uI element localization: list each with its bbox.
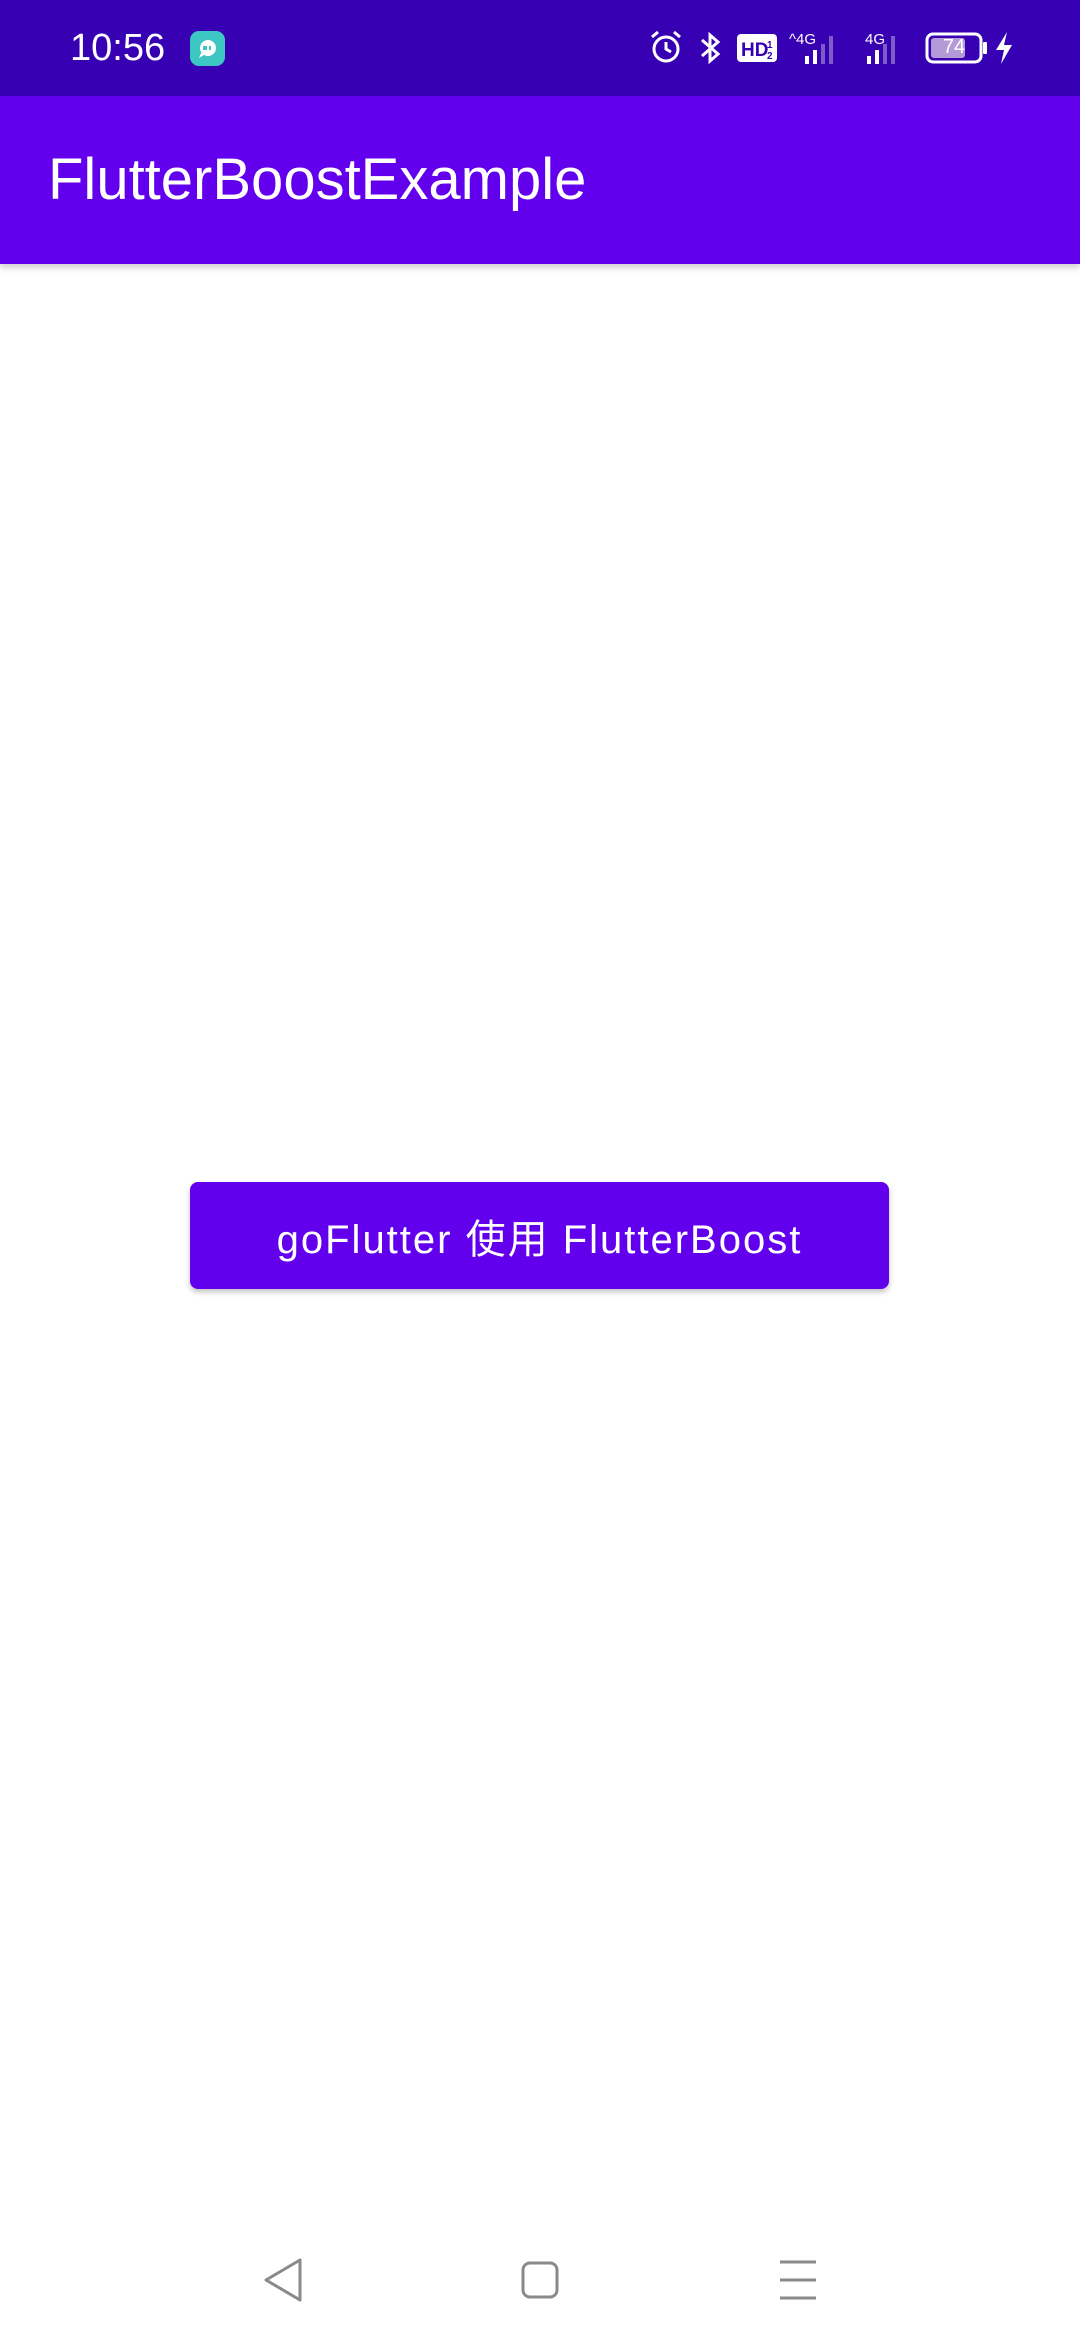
signal-4g-icon: 4G <box>861 28 911 68</box>
home-button[interactable] <box>500 2240 580 2320</box>
back-triangle-icon <box>264 2258 302 2302</box>
go-flutter-button[interactable]: goFlutter 使用 FlutterBoost <box>190 1182 889 1289</box>
recents-button[interactable] <box>758 2240 838 2320</box>
back-button[interactable] <box>242 2240 322 2320</box>
home-square-icon <box>521 2261 559 2299</box>
app-title: FlutterBoostExample <box>48 147 587 212</box>
battery-level-text: 74 <box>942 36 966 58</box>
app-notification-icon <box>190 31 225 66</box>
svg-text:2: 2 <box>767 51 773 62</box>
navigation-bar <box>0 2220 1080 2340</box>
go-flutter-button-label: goFlutter 使用 FlutterBoost <box>276 1217 803 1262</box>
svg-text:HD: HD <box>741 40 768 61</box>
status-bar: 10:56 HD 1 2 ^4G 4G 74 <box>0 0 1080 96</box>
alarm-icon <box>648 28 684 68</box>
svg-text:1: 1 <box>767 40 773 51</box>
hd-volte-icon: HD 1 2 <box>736 28 778 68</box>
app-bar: FlutterBoostExample <box>0 96 1080 264</box>
bluetooth-icon <box>696 28 724 68</box>
svg-text:4G: 4G <box>865 31 885 48</box>
signal-4g-icon: ^4G <box>789 28 849 68</box>
charging-icon <box>993 28 1015 68</box>
menu-lines-icon <box>780 2260 816 2300</box>
screen: 10:56 HD 1 2 ^4G 4G 74 FlutterBoostExamp… <box>0 0 1080 2340</box>
status-time: 10:56 <box>70 27 166 69</box>
svg-text:^4G: ^4G <box>789 31 816 48</box>
